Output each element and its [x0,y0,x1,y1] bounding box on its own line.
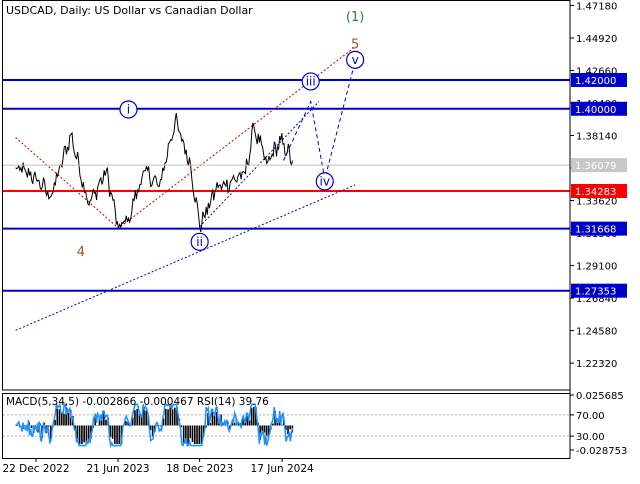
macd-bar [125,421,127,426]
macd-bar [272,423,274,426]
macd-bar [196,425,198,445]
price-tick-label: 1.22320 [576,359,617,370]
price-tick-label: 1.44920 [576,34,617,45]
price-tick-label: 1.24580 [576,327,617,338]
wave-label-ii: ii [196,235,203,249]
indicator-title: MACD(5,34,5) -0.002866 -0.000467 RSI(14)… [6,396,269,408]
price-tick-label: 1.47180 [576,1,617,12]
macd-bar [213,415,216,426]
time-tick-label: 22 Dec 2022 [2,463,69,475]
macd-bar [174,407,176,426]
macd-bar [134,410,136,426]
chart-canvas: (1)5viiiiivii4 1.471801.449201.426601.40… [0,0,640,480]
wave-label-i: i [127,102,130,116]
time-tick-label: 21 Jun 2023 [86,463,149,475]
indicator-tick-label: 70.00 [576,411,605,422]
macd-bar [171,409,174,426]
indicator-tick-label: 0.025685 [576,391,624,402]
macd-bar [289,425,291,430]
macd-bar [265,425,268,436]
macd-bar [182,425,185,445]
macd-bar [30,425,33,428]
macd-bar [169,407,172,426]
macd-bar [189,425,192,439]
level-tag-label-1.34283: 1.34283 [575,187,616,198]
indicator-tick-label: -0.028753 [576,446,627,457]
macd-bar [78,425,81,445]
wave-label-iii: iii [306,74,316,88]
level-tag-label-1.31668: 1.31668 [575,225,616,236]
macd-bar [193,425,196,445]
chart-title: USDCAD, Daily: US Dollar vs Canadian Dol… [6,4,253,17]
macd-bar [252,406,255,426]
macd-bar [81,425,83,445]
macd-bar [67,412,70,426]
macd-bar [116,425,118,445]
time-tick-label: 17 Jun 2024 [251,463,314,475]
price-tick-label: 1.33620 [576,197,617,208]
wave-label-5: 5 [351,37,359,52]
macd-bar [58,409,61,426]
macd-bar [164,408,167,426]
macd-bar [83,425,85,443]
last-price-label: 1.36079 [575,161,616,172]
macd-bar [60,412,63,426]
wave-label-4: 4 [77,245,85,260]
level-tag-label-1.42000: 1.42000 [575,76,616,87]
macd-bar [118,425,121,445]
price-tick-label: 1.29100 [576,262,617,273]
macd-bar [136,409,139,426]
level-tag-label-1.40000: 1.40000 [575,105,616,116]
indicator-tick-label: 30.00 [576,432,605,443]
macd-bar [187,425,189,445]
level-tag-label-1.27353: 1.27353 [575,287,616,298]
wave-label-iv: iv [320,174,330,188]
wave-label-v: v [352,53,359,67]
price-tick-label: 1.38140 [576,132,617,143]
macd-bar [198,425,201,445]
macd-bar [145,410,148,426]
time-tick-label: 18 Dec 2023 [166,463,233,475]
macd-bar [105,419,107,426]
macd-bar [56,408,59,426]
usdcad-daily-chart: (1)5viiiiivii4 1.471801.449201.426601.40… [0,0,640,480]
macd-bar [191,425,194,443]
macd-bar [276,423,279,426]
macd-bar [111,425,114,439]
chart-background [0,0,640,480]
macd-bar [63,413,65,426]
macd-bar [114,425,116,445]
macd-bar [167,409,169,426]
macd-bar [96,425,99,426]
wave-label-1: (1) [346,10,364,25]
